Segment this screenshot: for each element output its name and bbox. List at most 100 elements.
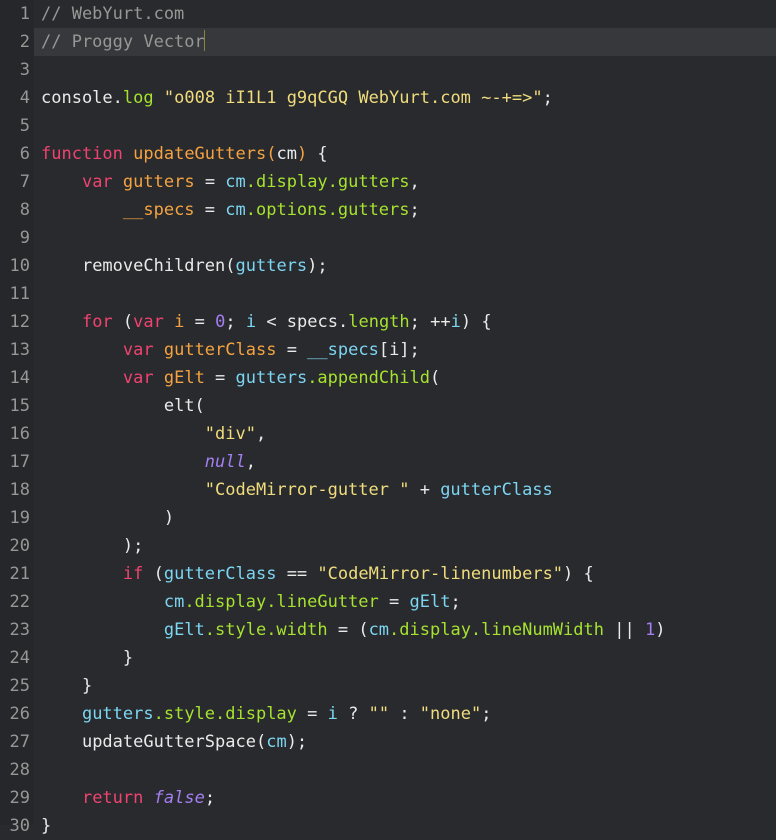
code-lines-container[interactable]: 1// WebYurt.com 2// Proggy Vector 3 4 consol… (0, 0, 776, 840)
code-token: ) (655, 620, 666, 640)
code-line-content[interactable]: cm.display.lineGutter = gElt; (34, 588, 776, 616)
code-line[interactable]: 12 for (var i = 0; i < specs.length; ++i… (0, 308, 776, 336)
code-line[interactable]: 26 gutters.style.display = i ? "" : "non… (0, 700, 776, 728)
code-line-content[interactable]: ); (34, 532, 776, 560)
code-line[interactable]: 27 updateGutterSpace(cm); (0, 728, 776, 756)
code-token: [i]; (378, 340, 420, 360)
code-line-content[interactable]: var gutters = cm.display.gutters, (34, 168, 776, 196)
code-token: "" (368, 704, 390, 724)
code-line-content[interactable]: var gutterClass = __specs[i]; (34, 336, 776, 364)
code-line[interactable]: 23 gElt.style.width = (cm.display.lineNu… (0, 616, 776, 644)
code-token: false (153, 788, 205, 808)
code-line[interactable]: 6 function updateGutters(cm) { (0, 140, 776, 168)
code-line[interactable]: 8 __specs = cm.options.gutters; (0, 196, 776, 224)
code-tokens: // Proggy Vector (34, 28, 205, 56)
code-token: } (81, 676, 93, 696)
code-line[interactable]: 3 (0, 56, 776, 84)
code-line[interactable]: 17 null, (0, 448, 776, 476)
code-line-content[interactable]: function updateGutters(cm) { (34, 140, 776, 168)
code-line-content[interactable] (34, 112, 776, 140)
code-token: // Proggy Vector (41, 32, 205, 52)
code-line-content[interactable]: updateGutterSpace(cm); (34, 728, 776, 756)
code-line-content[interactable]: removeChildren(gutters); (34, 252, 776, 280)
line-number: 5 (19, 116, 30, 136)
code-line[interactable]: 9 (0, 224, 776, 252)
code-line-content[interactable]: } (34, 672, 776, 700)
code-token: "o008 iI1L1 g9qCGQ WebYurt.com ~-+=>" (163, 88, 543, 108)
code-line-content[interactable]: // WebYurt.com (34, 0, 776, 28)
code-line-content[interactable]: gElt.style.width = (cm.display.lineNumWi… (34, 616, 776, 644)
code-line[interactable]: 4 console.log "o008 iI1L1 g9qCGQ WebYurt.… (0, 84, 776, 112)
code-line-content[interactable] (34, 756, 776, 784)
code-line-content[interactable]: return false; (34, 784, 776, 812)
code-line[interactable]: 14 var gElt = gutters.appendChild( (0, 364, 776, 392)
code-line[interactable]: 10 removeChildren(gutters); (0, 252, 776, 280)
code-line[interactable]: 7 var gutters = cm.display.gutters, (0, 168, 776, 196)
line-number: 18 (9, 480, 30, 500)
line-number: 16 (9, 424, 30, 444)
code-line[interactable]: 15 elt( (0, 392, 776, 420)
code-line-content[interactable] (34, 56, 776, 84)
code-editor[interactable]: 1// WebYurt.com 2// Proggy Vector 3 4 consol… (0, 0, 776, 836)
code-line-content[interactable]: console.log "o008 iI1L1 g9qCGQ WebYurt.c… (34, 84, 776, 112)
code-line-content[interactable]: } (34, 812, 776, 840)
code-token: ); (122, 536, 144, 556)
code-line[interactable]: 22 cm.display.lineGutter = gElt; (0, 588, 776, 616)
line-number: 30 (9, 816, 30, 836)
code-line[interactable]: 28 (0, 756, 776, 784)
code-tokens: gutters.style.display = i ? "" : "none"; (34, 700, 492, 728)
code-line[interactable]: 5 (0, 112, 776, 140)
code-line[interactable]: 24 } (0, 644, 776, 672)
code-line[interactable]: 2 // Proggy Vector (0, 28, 776, 56)
code-line[interactable]: 19 ) (0, 504, 776, 532)
code-token: = (378, 592, 410, 612)
code-line-content[interactable]: "div", (34, 420, 776, 448)
code-line[interactable]: 30} (0, 812, 776, 840)
code-line[interactable]: 20 ); (0, 532, 776, 560)
code-line[interactable]: 1 // WebYurt.com (0, 0, 776, 28)
code-line[interactable]: 13 var gutterClass = __specs[i]; (0, 336, 776, 364)
code-token: , (409, 172, 420, 192)
code-line-content[interactable]: if (gutterClass == "CodeMirror-linenumbe… (34, 560, 776, 588)
code-token: cm (225, 172, 246, 192)
code-line-content[interactable]: var gElt = gutters.appendChild( (34, 364, 776, 392)
code-token: || (603, 620, 645, 640)
line-number: 24 (9, 648, 30, 668)
code-line-content[interactable] (34, 224, 776, 252)
code-line[interactable]: 16 "div", (0, 420, 776, 448)
code-line[interactable]: 18 "CodeMirror-gutter " + gutterClass (0, 476, 776, 504)
code-line-content[interactable]: __specs = cm.options.gutters; (34, 196, 776, 224)
code-line-content[interactable] (34, 280, 776, 308)
line-number: 15 (9, 396, 30, 416)
code-line[interactable]: 25 } (0, 672, 776, 700)
code-line-content[interactable]: gutters.style.display = i ? "" : "none"; (34, 700, 776, 728)
code-line[interactable]: 21 if (gutterClass == "CodeMirror-linenu… (0, 560, 776, 588)
code-line-content[interactable]: null, (34, 448, 776, 476)
code-tokens: if (gutterClass == "CodeMirror-linenumbe… (34, 560, 594, 588)
code-line-content[interactable]: // Proggy Vector (34, 28, 776, 56)
code-line-content[interactable]: elt( (34, 392, 776, 420)
line-number: 19 (9, 508, 30, 528)
code-line-content[interactable]: } (34, 644, 776, 672)
code-line-content[interactable]: ) (34, 504, 776, 532)
code-token: updateGutters (133, 144, 267, 164)
code-tokens: console.log "o008 iI1L1 g9qCGQ WebYurt.c… (34, 84, 553, 112)
code-line-content[interactable]: for (var i = 0; i < specs.length; ++i) { (34, 308, 776, 336)
code-line[interactable]: 29 return false; (0, 784, 776, 812)
code-line[interactable]: 11 (0, 280, 776, 308)
code-tokens: elt( (34, 392, 205, 420)
code-token: i (450, 312, 461, 332)
code-token: for (81, 312, 113, 332)
code-token: "CodeMirror-linenumbers" (317, 564, 564, 584)
code-tokens: } (34, 672, 92, 700)
code-line-content[interactable]: "CodeMirror-gutter " + gutterClass (34, 476, 776, 504)
